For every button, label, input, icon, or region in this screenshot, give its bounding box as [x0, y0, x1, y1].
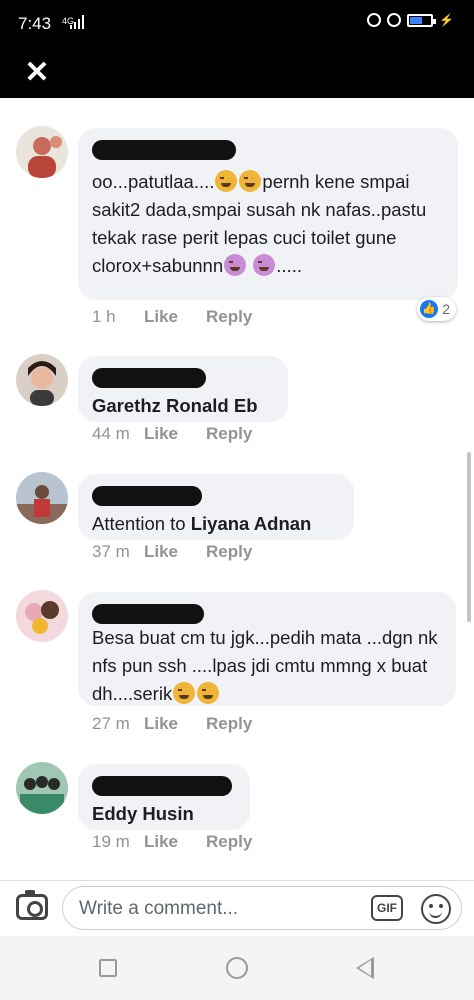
tired-face-emoji-icon	[239, 170, 262, 192]
signal-icon	[70, 15, 84, 29]
scrollbar-thumb[interactable]	[467, 452, 471, 622]
reply-button[interactable]: Reply	[206, 832, 252, 852]
like-reaction-icon: 👍	[420, 300, 439, 318]
avatar[interactable]	[16, 354, 68, 406]
comment-actions: 37 m Like Reply	[92, 542, 252, 562]
like-button[interactable]: Like	[144, 307, 206, 327]
charging-icon: ⚡	[439, 13, 454, 27]
comment-text: Besa buat cm tu jgk...pedih mata ...dgn …	[92, 627, 438, 704]
emoji-picker-icon[interactable]	[421, 894, 451, 924]
tagged-name[interactable]: Liyana Adnan	[191, 513, 312, 534]
comment-actions: 27 m Like Reply	[92, 714, 252, 734]
like-button[interactable]: Like	[144, 832, 206, 852]
comment-input-placeholder: Write a comment...	[79, 898, 239, 919]
reply-button[interactable]: Reply	[206, 542, 252, 562]
comment-bubble[interactable]: oo...patutlaa.... pernh kene smpai sakit2…	[78, 128, 458, 300]
reply-button[interactable]: Reply	[206, 307, 252, 327]
comment-bubble[interactable]: Garethz Ronald Eb	[78, 356, 288, 422]
comment-text: Garethz Ronald Eb	[92, 392, 274, 420]
comment-bubble[interactable]: Eddy Husin	[78, 764, 250, 830]
clock-icon	[387, 13, 402, 27]
redacted-author-name	[92, 368, 206, 388]
battery-icon	[407, 13, 437, 27]
comment-time: 19 m	[92, 832, 130, 851]
tired-face-emoji-icon	[173, 682, 196, 704]
tired-face-emoji-icon	[215, 170, 238, 192]
system-navigation-bar	[0, 936, 474, 1000]
comment-text: Attention to Liyana Adnan	[92, 513, 312, 534]
comment-text: oo...patutlaa.... pernh kene smpai sakit2…	[92, 170, 427, 276]
comment-actions: 19 m Like Reply	[92, 832, 252, 852]
alarm-icon	[367, 13, 382, 27]
comment-composer: Write a comment... GIF	[0, 880, 474, 936]
comment-time: 27 m	[92, 714, 130, 733]
status-bar: 7:43 4G ⚡	[0, 0, 474, 48]
dizzy-face-emoji-icon	[224, 254, 247, 276]
redacted-author-name	[92, 776, 232, 796]
avatar[interactable]	[16, 472, 68, 524]
like-button[interactable]: Like	[144, 542, 206, 562]
comment-actions: 44 m Like Reply	[92, 424, 252, 444]
tired-face-emoji-icon	[197, 682, 220, 704]
comment-text: Eddy Husin	[92, 800, 236, 828]
gif-button[interactable]: GIF	[371, 895, 403, 921]
close-icon[interactable]: ✕	[22, 56, 52, 90]
back-icon[interactable]	[356, 957, 374, 979]
status-time: 7:43	[18, 14, 52, 33]
reaction-count: 2	[442, 301, 450, 317]
redacted-author-name	[92, 140, 236, 160]
reply-button[interactable]: Reply	[206, 424, 252, 444]
redacted-author-name	[92, 604, 204, 624]
comment-input[interactable]: Write a comment... GIF	[62, 886, 462, 930]
like-button[interactable]: Like	[144, 714, 206, 734]
avatar[interactable]	[16, 762, 68, 814]
comments-list[interactable]: oo...patutlaa.... pernh kene smpai sakit2…	[0, 98, 474, 880]
reaction-badge[interactable]: 👍 2	[417, 297, 456, 321]
app-header: ✕	[0, 48, 474, 98]
comment-bubble[interactable]: Attention to Liyana Adnan	[78, 474, 354, 540]
comment-time: 1 h	[92, 307, 116, 326]
home-icon[interactable]	[226, 957, 248, 979]
dizzy-face-emoji-icon	[253, 254, 276, 276]
tagged-name[interactable]: Eddy Husin	[92, 803, 194, 824]
avatar[interactable]	[16, 126, 68, 178]
reply-button[interactable]: Reply	[206, 714, 252, 734]
camera-icon[interactable]	[16, 890, 48, 920]
avatar[interactable]	[16, 590, 68, 642]
recent-apps-icon[interactable]	[99, 959, 117, 977]
comment-time: 37 m	[92, 542, 130, 561]
comment-bubble[interactable]: Besa buat cm tu jgk...pedih mata ...dgn …	[78, 592, 456, 706]
like-button[interactable]: Like	[144, 424, 206, 444]
comment-actions: 1 h Like Reply	[92, 307, 252, 327]
redacted-author-name	[92, 486, 202, 506]
tagged-name[interactable]: Garethz Ronald Eb	[92, 395, 258, 416]
comment-time: 44 m	[92, 424, 130, 443]
